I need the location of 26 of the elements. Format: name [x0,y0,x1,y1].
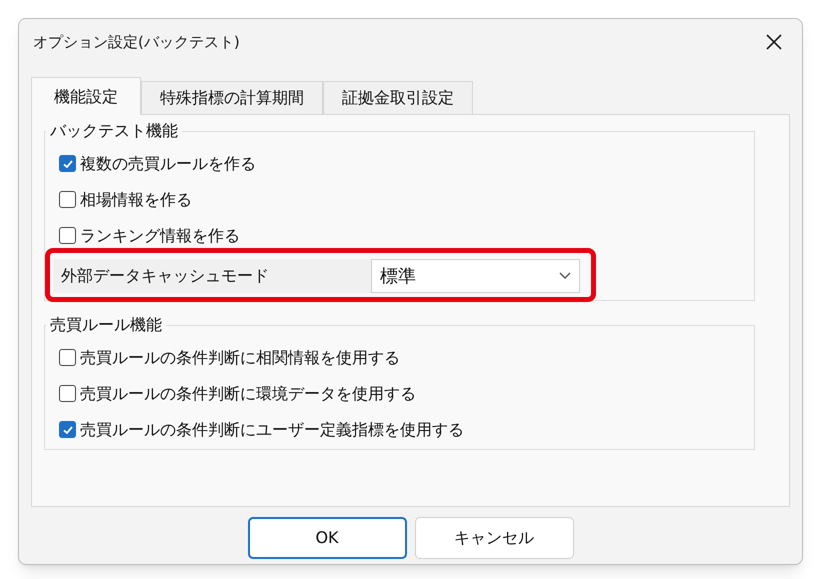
checkbox[interactable] [59,191,76,208]
checkbox-label: 売買ルールの条件判断に相関情報を使用する [80,346,400,368]
checkmark-icon [62,424,74,436]
tab[interactable]: 機能設定 [31,77,141,115]
checkbox-label: 複数の売買ルールを作る [80,152,256,174]
checkbox[interactable] [59,227,76,244]
tab[interactable]: 証拠金取引設定 [323,81,473,114]
window-title: オプション設定(バックテスト) [33,32,240,53]
checkbox[interactable] [59,155,76,172]
checkbox-label: ランキング情報を作る [80,224,240,246]
checkbox[interactable] [59,349,76,366]
checkbox[interactable] [59,385,76,402]
checkbox-label: 売買ルールの条件判断に環境データを使用する [80,382,416,404]
checkmark-icon [62,158,74,170]
dialog-button[interactable]: OK [248,517,406,559]
checkbox[interactable] [59,421,76,438]
dialog-button[interactable]: キャンセル [414,517,574,559]
checkbox-label: 売買ルールの条件判断にユーザー定義指標を使用する [80,418,464,440]
checkbox-label: 相場情報を作る [80,188,192,210]
group-title: 売買ルール機能 [46,315,166,335]
tab[interactable]: 特殊指標の計算期間 [141,81,323,114]
dropdown[interactable]: 標準 [371,259,580,293]
field-label: 外部データキャッシュモード [53,259,371,293]
group-title: バックテスト機能 [46,121,182,141]
close-icon [766,34,782,50]
chevron-down-icon [559,272,571,280]
